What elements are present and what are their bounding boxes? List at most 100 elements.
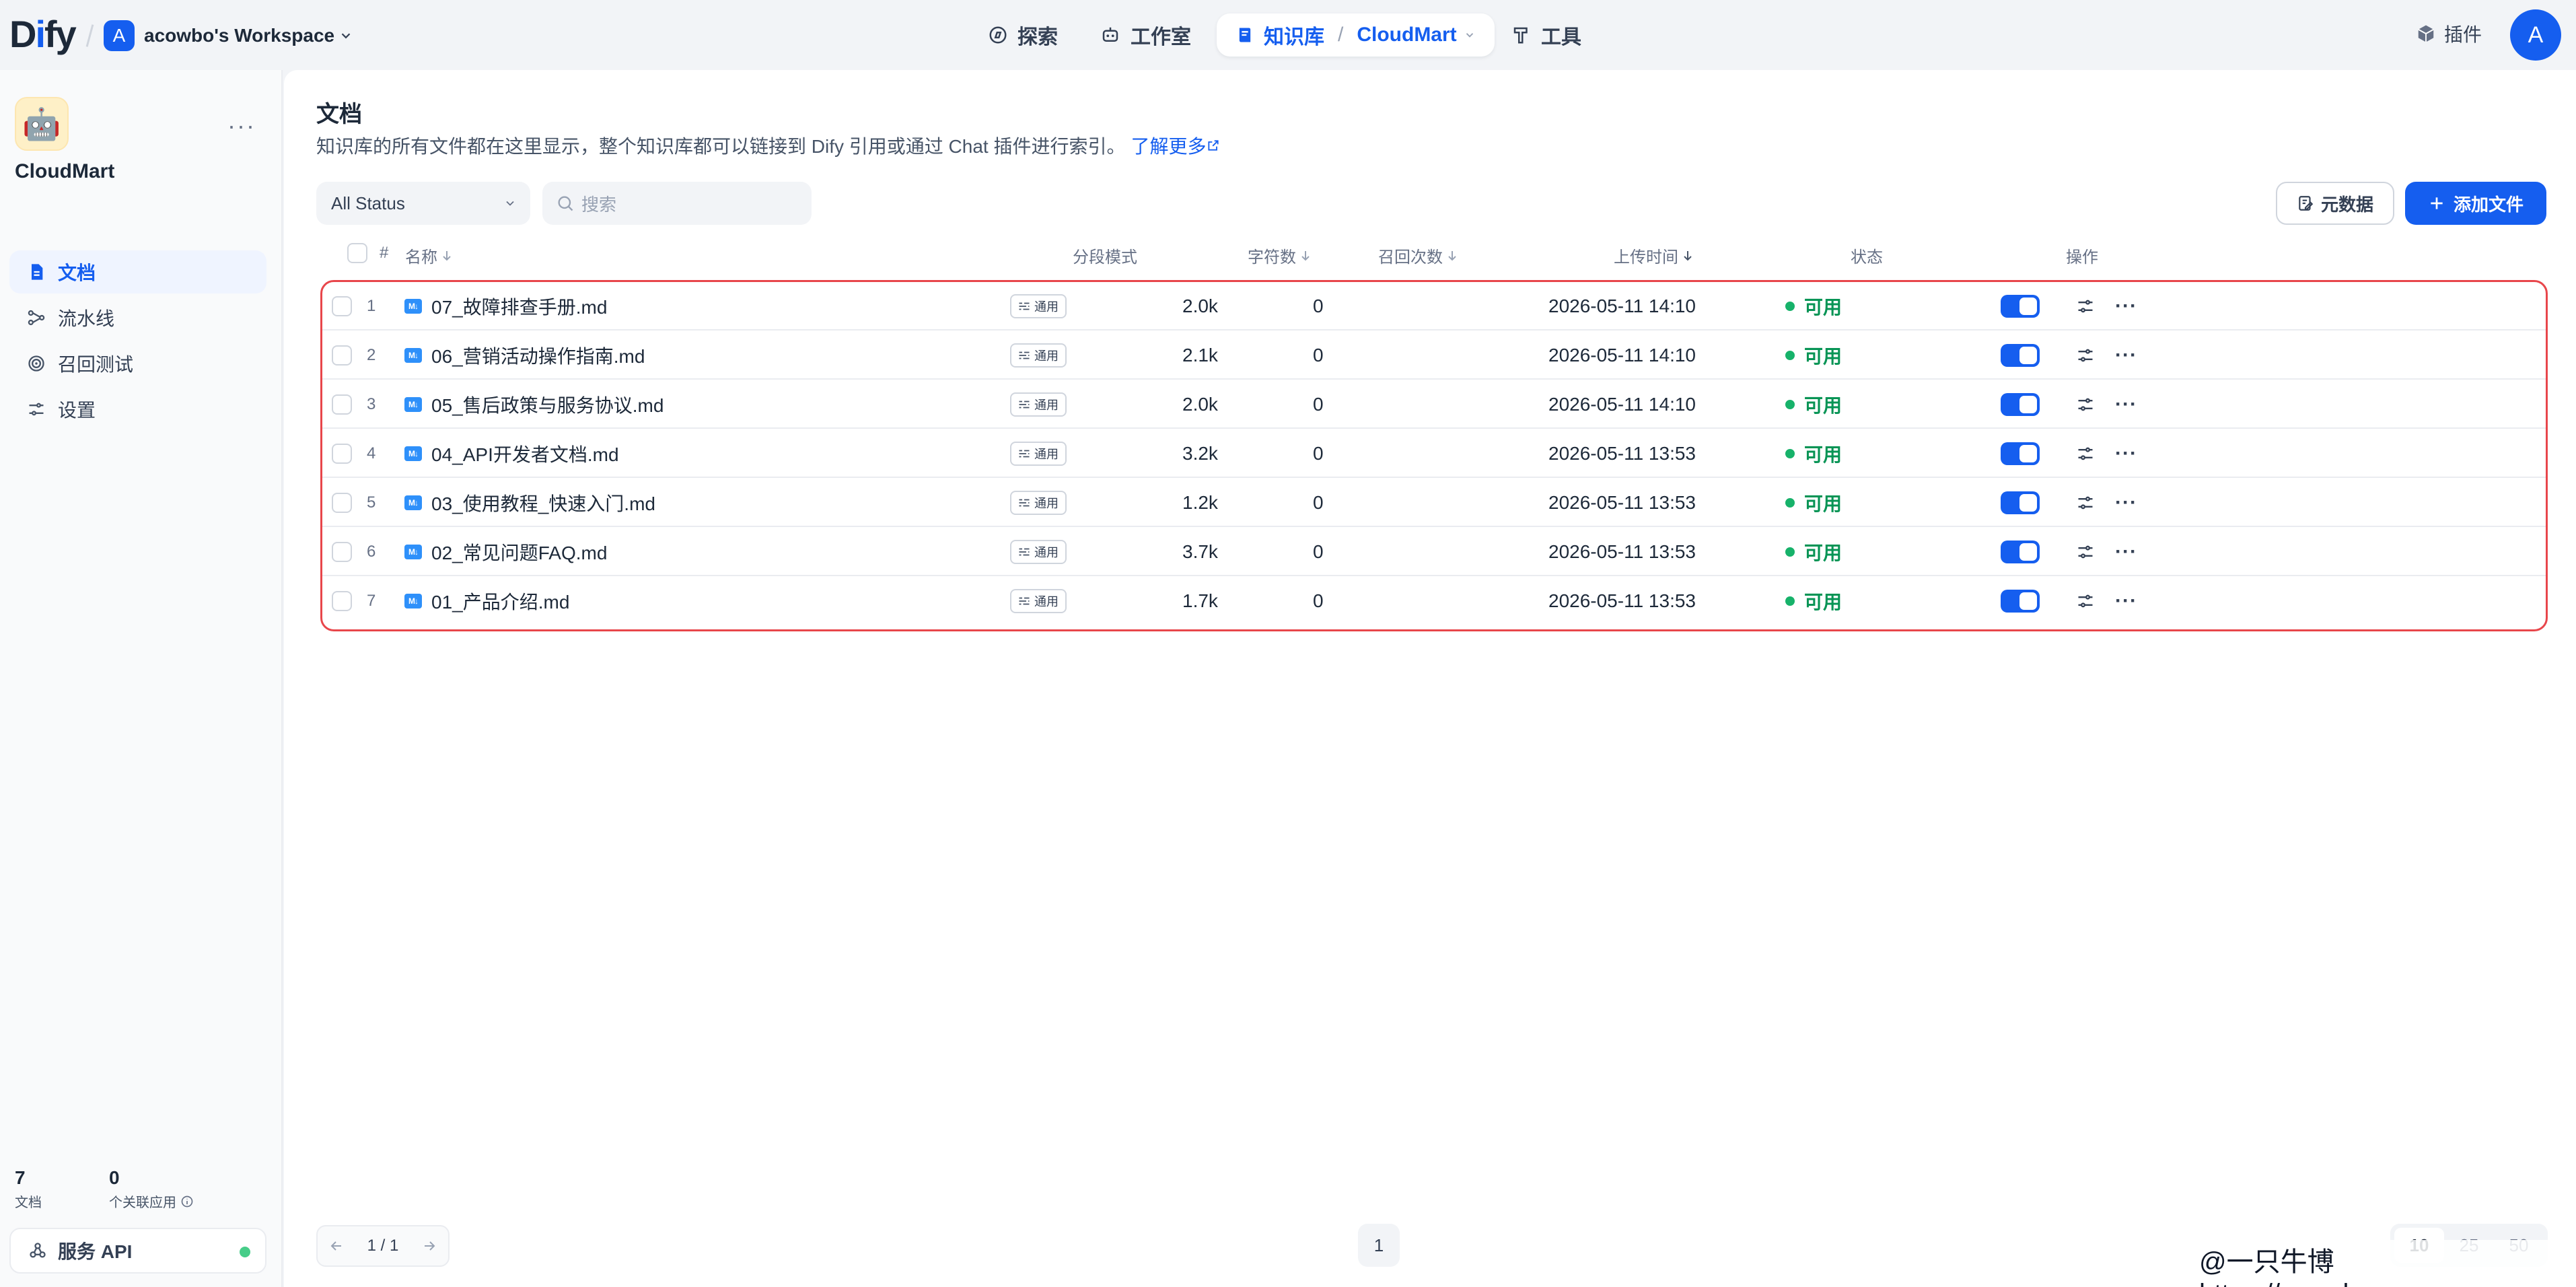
upload-time: 2026-05-11 13:53: [1548, 492, 1696, 513]
row-index: 5: [367, 493, 376, 512]
row-checkbox[interactable]: [332, 296, 352, 316]
more-icon[interactable]: ···: [2115, 331, 2137, 380]
settings-action-icon[interactable]: [2076, 528, 2095, 576]
page-number-button[interactable]: 1: [1358, 1224, 1400, 1267]
column-words[interactable]: 字符数: [1248, 244, 1311, 267]
more-icon[interactable]: ···: [2115, 282, 2137, 331]
row-checkbox[interactable]: [332, 345, 352, 366]
markdown-file-icon: M↓: [404, 594, 422, 608]
document-name[interactable]: M↓ 01_产品介绍.md: [404, 577, 569, 625]
plugins-button[interactable]: 插件: [2416, 20, 2482, 47]
document-name[interactable]: M↓ 05_售后政策与服务协议.md: [404, 380, 664, 429]
row-checkbox[interactable]: [332, 444, 352, 464]
status-dot: [1785, 596, 1795, 606]
table-row[interactable]: 5 M↓ 03_使用教程_快速入门.md 通用 1.2k 0 2026-05-1…: [322, 479, 2546, 527]
pagination: 1 / 1: [316, 1225, 450, 1267]
sidebar-item-retrieval-test[interactable]: 召回测试: [9, 342, 266, 385]
more-icon[interactable]: ···: [2115, 577, 2137, 625]
enable-toggle[interactable]: [2001, 491, 2040, 514]
row-checkbox[interactable]: [332, 542, 352, 562]
settings-action-icon[interactable]: [2076, 577, 2095, 625]
settings-action-icon[interactable]: [2076, 429, 2095, 478]
api-status-dot: [240, 1247, 250, 1257]
table-row[interactable]: 6 M↓ 02_常见问题FAQ.md 通用 3.7k 0 2026-05-11 …: [322, 528, 2546, 576]
row-checkbox[interactable]: [332, 493, 352, 513]
more-icon[interactable]: ···: [2115, 429, 2137, 478]
settings-action-icon[interactable]: [2076, 380, 2095, 429]
dataset-icon: 🤖: [15, 97, 69, 151]
settings-action-icon[interactable]: [2076, 331, 2095, 380]
search-icon: [556, 194, 575, 213]
enable-toggle[interactable]: [2001, 295, 2040, 318]
table-row[interactable]: 7 M↓ 01_产品介绍.md 通用 1.7k 0 2026-05-11 13:…: [322, 577, 2546, 625]
compass-icon: [988, 25, 1008, 45]
status-badge: 可用: [1785, 479, 1842, 527]
document-name[interactable]: M↓ 04_API开发者文档.md: [404, 429, 619, 478]
chevron-down-icon: [503, 197, 517, 210]
word-count: 1.7k: [1182, 590, 1218, 611]
workspace-switcher[interactable]: A acowbo's Workspace: [104, 19, 353, 53]
enable-toggle[interactable]: [2001, 541, 2040, 563]
column-upload-time[interactable]: 上传时间: [1614, 244, 1693, 267]
user-avatar[interactable]: A: [2510, 9, 2561, 61]
service-api-button[interactable]: 服务 API: [9, 1228, 266, 1274]
status-badge: 可用: [1785, 528, 1842, 576]
learn-more-link[interactable]: 了解更多: [1131, 132, 1220, 159]
column-hits[interactable]: 召回次数: [1378, 244, 1458, 267]
segment-mode-badge: 通用: [1010, 589, 1067, 613]
document-name[interactable]: M↓ 02_常见问题FAQ.md: [404, 528, 607, 576]
row-checkbox[interactable]: [332, 394, 352, 415]
enable-toggle[interactable]: [2001, 442, 2040, 465]
sort-arrow-icon: [1682, 250, 1693, 262]
nav-studio[interactable]: 工作室: [1100, 13, 1191, 57]
document-name[interactable]: M↓ 07_故障排查手册.md: [404, 282, 607, 331]
row-checkbox[interactable]: [332, 591, 352, 611]
nav-explore[interactable]: 探索: [988, 13, 1058, 57]
table-row[interactable]: 1 M↓ 07_故障排查手册.md 通用 2.0k 0 2026-05-11 1…: [322, 282, 2546, 331]
settings-action-icon[interactable]: [2076, 282, 2095, 331]
dify-logo[interactable]: Dify: [9, 12, 77, 56]
prev-page-button[interactable]: [318, 1226, 355, 1265]
info-icon[interactable]: [180, 1195, 194, 1208]
sort-arrow-icon: [441, 250, 452, 262]
status-badge: 可用: [1785, 282, 1842, 331]
sidebar-menu: 文档 流水线 召回测试 设置: [9, 250, 266, 433]
nav-tools[interactable]: 工具: [1511, 13, 1581, 57]
enable-toggle[interactable]: [2001, 590, 2040, 613]
nav-knowledge[interactable]: 知识库 / CloudMart: [1217, 13, 1495, 57]
more-icon[interactable]: ···: [227, 112, 256, 140]
sliders-icon: [1018, 399, 1030, 410]
external-link-icon: [1207, 139, 1220, 152]
table-row[interactable]: 2 M↓ 06_营销活动操作指南.md 通用 2.1k 0 2026-05-11…: [322, 331, 2546, 380]
status-dot: [1785, 302, 1795, 311]
sidebar-item-pipeline[interactable]: 流水线: [9, 296, 266, 339]
enable-toggle[interactable]: [2001, 344, 2040, 367]
select-all-checkbox[interactable]: [347, 243, 367, 263]
status-filter-select[interactable]: All Status: [316, 182, 530, 225]
more-icon[interactable]: ···: [2115, 528, 2137, 576]
sidebar-item-settings[interactable]: 设置: [9, 388, 266, 431]
add-file-button[interactable]: 添加文件: [2405, 182, 2546, 225]
pipeline-icon: [27, 308, 46, 327]
plus-icon: [2428, 195, 2445, 212]
sliders-icon: [1018, 547, 1030, 557]
more-icon[interactable]: ···: [2115, 479, 2137, 527]
enable-toggle[interactable]: [2001, 393, 2040, 416]
page-title: 文档: [316, 102, 362, 127]
table-row[interactable]: 4 M↓ 04_API开发者文档.md 通用 3.2k 0 2026-05-11…: [322, 429, 2546, 478]
column-name[interactable]: 名称: [405, 244, 452, 267]
search-input[interactable]: 搜索: [542, 182, 812, 225]
settings-action-icon[interactable]: [2076, 479, 2095, 527]
document-name[interactable]: M↓ 06_营销活动操作指南.md: [404, 331, 645, 380]
upload-time: 2026-05-11 13:53: [1548, 590, 1696, 611]
metadata-button[interactable]: 元数据: [2276, 182, 2394, 225]
more-icon[interactable]: ···: [2115, 380, 2137, 429]
document-name[interactable]: M↓ 03_使用教程_快速入门.md: [404, 479, 655, 527]
dataset-breadcrumb[interactable]: CloudMart: [1357, 24, 1456, 46]
next-page-button[interactable]: [410, 1226, 448, 1265]
hammer-icon: [1511, 25, 1532, 45]
status-dot: [1785, 547, 1795, 557]
sidebar-item-documents[interactable]: 文档: [9, 250, 266, 293]
table-row[interactable]: 3 M↓ 05_售后政策与服务协议.md 通用 2.0k 0 2026-05-1…: [322, 380, 2546, 429]
cube-icon: [2416, 24, 2436, 44]
